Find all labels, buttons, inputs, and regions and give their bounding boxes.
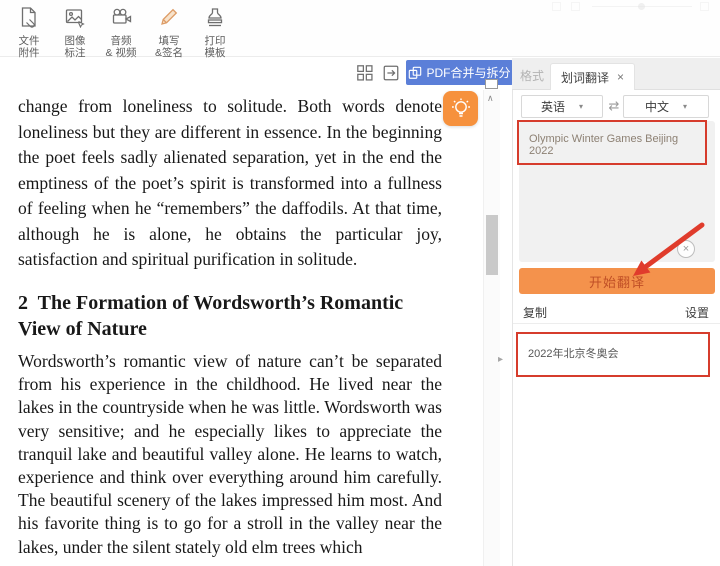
panel-collapse-arrow[interactable]: ▸ xyxy=(498,354,503,365)
document-scrollbar-thumb[interactable] xyxy=(486,215,498,275)
toolbar-item-file-attachment[interactable]: 文件 附件 xyxy=(6,6,52,54)
result-header-row: 复制 设置 xyxy=(513,300,720,324)
thumbnail-grid-icon[interactable] xyxy=(356,64,374,82)
tab-translate[interactable]: 划词翻译 × xyxy=(550,63,635,90)
main-toolbar: 文件 附件 图像 标注 音频 & 视频 xyxy=(0,0,720,57)
zoom-out-icon[interactable] xyxy=(552,2,561,11)
toolbar-item-audio-video[interactable]: 音频 & 视频 xyxy=(98,6,144,54)
lightbulb-assistant-button[interactable] xyxy=(443,91,478,126)
toolbar-item-label: 填写 &签名 xyxy=(155,35,183,59)
lightbulb-icon xyxy=(449,97,473,121)
swap-languages-icon[interactable]: ⇄ xyxy=(605,98,623,114)
toolbar-item-label: 文件 附件 xyxy=(19,35,40,59)
translate-panel: 英语 ▾ ⇄ 中文 ▾ Olympic Winter Games Beijing… xyxy=(512,90,720,566)
start-translate-label: 开始翻译 xyxy=(589,272,645,291)
document-paragraph-2: Wordsworth’s romantic view of nature can… xyxy=(18,350,442,559)
clear-icon: × xyxy=(683,243,689,255)
start-translate-button[interactable]: 开始翻译 xyxy=(519,268,715,294)
image-annotation-icon xyxy=(64,6,86,33)
source-language-value: 英语 xyxy=(541,98,565,115)
translation-result-box: 2022年北京冬奥会 xyxy=(518,333,712,377)
toolbar-item-fill-sign[interactable]: 填写 &签名 xyxy=(146,6,192,54)
document-page[interactable]: change from loneliness to solitude. Both… xyxy=(0,90,483,566)
zoom-slider-knob[interactable] xyxy=(638,3,645,10)
print-template-icon xyxy=(204,6,226,33)
document-scrollbar-track[interactable] xyxy=(483,90,500,566)
document-heading: 2 The Formation of Wordsworth’s Romantic… xyxy=(18,290,442,342)
translation-result-text: 2022年北京冬奥会 xyxy=(518,333,712,373)
clear-input-button[interactable]: × xyxy=(677,240,695,258)
toolbar-item-label: 图像 标注 xyxy=(65,35,86,59)
target-language-value: 中文 xyxy=(645,98,669,115)
copy-button[interactable]: 复制 xyxy=(523,304,547,321)
toolbar-item-label: 音频 & 视频 xyxy=(106,35,137,59)
pdf-app-window: 文件 附件 图像 标注 音频 & 视频 xyxy=(0,0,720,566)
toolbar-item-image-annotation[interactable]: 图像 标注 xyxy=(52,6,98,54)
zoom-in-icon[interactable] xyxy=(571,2,580,11)
close-icon[interactable]: × xyxy=(617,71,624,83)
settings-button[interactable]: 设置 xyxy=(685,304,709,321)
target-language-select[interactable]: 中文 ▾ xyxy=(623,95,709,118)
page-preview-box[interactable] xyxy=(485,79,498,89)
source-language-select[interactable]: 英语 ▾ xyxy=(521,95,603,118)
scrollbar-up-arrow[interactable]: ∧ xyxy=(487,93,494,104)
fit-page-icon[interactable] xyxy=(700,2,709,11)
source-text: Olympic Winter Games Beijing 2022 xyxy=(519,121,715,169)
secondary-toolbar: PDF合并与拆分 格式 划词翻译 × xyxy=(0,58,720,90)
chevron-down-icon: ▾ xyxy=(683,102,687,111)
merge-pages-icon xyxy=(408,66,422,80)
fill-sign-icon xyxy=(158,6,180,33)
toolbar-item-print-template[interactable]: 打印 模板 xyxy=(192,6,238,54)
document-paragraph-1: change from loneliness to solitude. Both… xyxy=(18,94,442,273)
file-attachment-icon xyxy=(18,6,40,33)
chevron-down-icon: ▾ xyxy=(579,102,583,111)
audio-video-icon xyxy=(110,6,132,33)
tab-format[interactable]: 格式 xyxy=(520,67,544,84)
right-panel-tab-strip: 格式 划词翻译 × xyxy=(512,58,720,90)
tab-translate-label: 划词翻译 xyxy=(561,69,609,86)
toolbar-item-label: 打印 模板 xyxy=(205,35,226,59)
export-arrow-icon[interactable] xyxy=(382,64,400,82)
